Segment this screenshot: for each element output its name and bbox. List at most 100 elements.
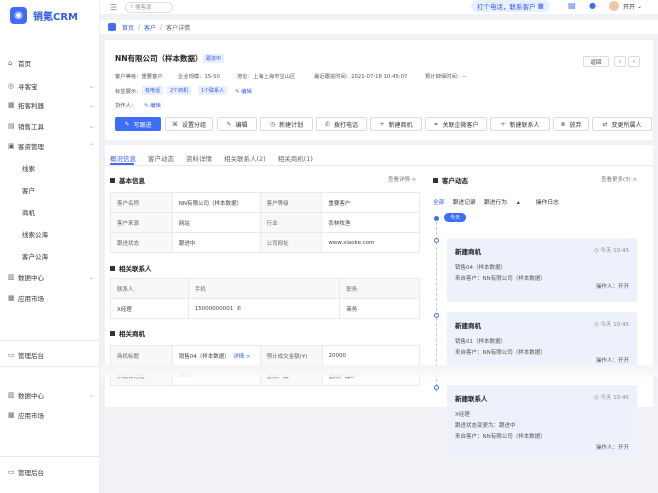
user-menu[interactable]: 开开 ⌄ bbox=[609, 0, 642, 12]
table-cell: 农林牧渔 bbox=[321, 212, 420, 233]
sidebar-item-data-center-2[interactable]: ▥ 数据中心 ⌄ bbox=[8, 390, 94, 400]
opportunity-detail-link[interactable]: 详情 > bbox=[233, 354, 250, 360]
sidebar-item-data-center[interactable]: ▥ 数据中心 ⌄ bbox=[8, 272, 94, 282]
table-cell: 预计成交金额(¥) bbox=[259, 345, 323, 366]
return-button[interactable]: 返回 bbox=[583, 56, 609, 67]
clock-icon: ◷ bbox=[593, 395, 599, 401]
sidebar-item-admin-2[interactable]: ▭ 管理后台 bbox=[8, 467, 94, 477]
edit-tags-link[interactable]: ✎ 编辑 bbox=[235, 87, 252, 95]
contacts-table: 联系人 手机 职务 X经理 15000000001 ✆ 商务 bbox=[110, 278, 420, 319]
sidebar-item-home[interactable]: ⌂ 首页 bbox=[8, 58, 94, 68]
clock-icon: ◷ bbox=[269, 120, 276, 128]
new-contact-button[interactable]: + 新建联系人 bbox=[490, 117, 550, 131]
sidebar-item-admin[interactable]: ▭ 管理后台 bbox=[8, 350, 94, 360]
divider bbox=[0, 340, 100, 341]
chevron-down-icon: ⌄ bbox=[88, 273, 94, 281]
filter-follow-records[interactable]: 跟进记录 bbox=[453, 197, 476, 206]
tab-opportunities[interactable]: 相关商机(1) bbox=[278, 153, 313, 163]
write-follow-up-button[interactable]: ✎ 写跟进 bbox=[115, 117, 161, 131]
tab-contacts[interactable]: 相关联系人(2) bbox=[224, 153, 266, 163]
new-opportunity-button[interactable]: + 新建商机 bbox=[370, 117, 422, 131]
breadcrumb-home[interactable]: 首页 bbox=[122, 23, 134, 32]
prev-button[interactable]: ‹ bbox=[614, 56, 626, 67]
view-more-link[interactable]: 查看更多(3) > bbox=[601, 175, 637, 183]
search-input[interactable]: ⌕ 搜客源 bbox=[125, 1, 174, 13]
last-follow-time: 最近跟进时间：2021-07-18 10:45:07 bbox=[314, 74, 408, 80]
sidebar-sub-customer-pool[interactable]: 客户公海 bbox=[22, 251, 48, 261]
contacts-title: 相关联系人 bbox=[110, 263, 152, 273]
filter-all[interactable]: 全部 bbox=[433, 197, 445, 206]
call-button-label: 打个电话，联系客户 bbox=[477, 3, 536, 11]
status-badge: 跟进中 bbox=[203, 54, 225, 63]
call-customer-button[interactable]: 打个电话，联系客户 ▦ bbox=[471, 0, 550, 12]
new-plan-button[interactable]: ◷ 新建计划 bbox=[260, 117, 313, 131]
call-button[interactable]: ✆ 拨打电话 bbox=[316, 117, 367, 131]
sidebar-item-label: 首页 bbox=[18, 60, 31, 68]
customer-scale: 企业规模：15-50 bbox=[178, 74, 220, 80]
edit-button[interactable]: ✎ 编辑 bbox=[217, 117, 257, 131]
divider bbox=[0, 366, 100, 367]
abandon-button[interactable]: ⊗ 放弃 bbox=[553, 117, 589, 131]
table-row: 客户名称 NN有限公司（样本数据） 客户等级 重要客户 bbox=[110, 192, 420, 213]
filter-follow-behavior[interactable]: 跟进行为 ▴ bbox=[484, 197, 528, 206]
today-badge: 今天 bbox=[444, 213, 467, 222]
sidebar-item-tools[interactable]: ▦ 拓客利器 ⌄ bbox=[8, 100, 94, 110]
website-link[interactable]: www.xiaoke.com bbox=[321, 232, 420, 253]
clock-icon: ◷ bbox=[593, 248, 599, 254]
sidebar-item-app-market[interactable]: ▦ 应用市场 bbox=[8, 293, 94, 303]
contact-name-link[interactable]: X经理 bbox=[110, 298, 189, 319]
sidebar-item-app-market-2[interactable]: ▦ 应用市场 bbox=[8, 410, 94, 420]
sidebar-item-label: 数据中心 bbox=[18, 274, 44, 282]
next-button[interactable]: › bbox=[628, 56, 640, 67]
card-line: 来自客户：NN有限公司（样本数据） bbox=[455, 276, 546, 282]
sidebar-sub-leads[interactable]: 线索 bbox=[22, 163, 35, 173]
change-owner-button[interactable]: ⇄ 变更所属人 bbox=[592, 117, 652, 131]
phone-icon: ✆ bbox=[236, 305, 242, 312]
card-link[interactable]: 销售01（样本数据） bbox=[455, 337, 506, 345]
data-icon: ▥ bbox=[8, 391, 15, 399]
table-cell: 客户等级 bbox=[259, 192, 323, 213]
link-wecom-button[interactable]: ⚭ 关联企微客户 bbox=[425, 117, 487, 131]
back-icon[interactable] bbox=[108, 23, 116, 31]
scroll-seam bbox=[100, 365, 658, 377]
sidebar: ◉ 销氪CRM ⌂ 首页 ◎ 寻客宝 ⌄ ▦ 拓客利器 ⌄ ▤ 销售工具 ⌄ ▣ 客资管理 ⌃ 线… bbox=[0, 0, 100, 493]
section-label: 相关联系人 bbox=[119, 265, 152, 273]
table-cell: 客户名称 bbox=[110, 192, 173, 213]
set-group-button[interactable]: ⌘ 设置分组 bbox=[165, 117, 213, 131]
tab-overview[interactable]: 概况信息 bbox=[110, 153, 136, 163]
sidebar-sub-customers[interactable]: 客户 bbox=[22, 185, 35, 195]
contact-phone[interactable]: 15000000001 ✆ bbox=[187, 298, 341, 319]
filter-operation-log[interactable]: 操作日志 bbox=[536, 197, 559, 206]
caret-up-icon: ▴ bbox=[516, 200, 520, 206]
button-label: 变更所属人 bbox=[611, 121, 642, 129]
grid-icon: ▦ bbox=[8, 101, 15, 109]
bell-icon[interactable]: ● bbox=[589, 1, 596, 10]
pen-icon: ✎ bbox=[124, 120, 130, 128]
logo[interactable]: ◉ 销氪CRM bbox=[0, 0, 99, 30]
sidebar-item-sales-tools[interactable]: ▤ 销售工具 ⌄ bbox=[8, 121, 94, 131]
plus-icon: + bbox=[500, 120, 506, 128]
document-icon[interactable]: ▤ bbox=[568, 1, 576, 10]
chevron-up-icon: ⌃ bbox=[88, 142, 94, 150]
edit-collaborator-link[interactable]: ✎ 编辑 bbox=[144, 101, 161, 109]
app-name: 销氪CRM bbox=[33, 11, 78, 23]
card-operator: 操作人：开开 bbox=[595, 445, 629, 451]
card-title: 新建商机 bbox=[455, 248, 481, 256]
tab-details[interactable]: 资料详情 bbox=[186, 153, 212, 163]
menu-toggle-icon[interactable]: ☰ bbox=[110, 3, 117, 12]
button-label: 拨打电话 bbox=[334, 121, 359, 129]
chevron-down-icon: ⌄ bbox=[88, 391, 94, 399]
tab-dynamics[interactable]: 客户动态 bbox=[148, 153, 174, 163]
sidebar-item-xunkebao[interactable]: ◎ 寻客宝 ⌄ bbox=[8, 81, 94, 91]
search-placeholder: 搜客源 bbox=[135, 5, 152, 11]
view-details-link[interactable]: 查看详情 > bbox=[388, 175, 416, 183]
sidebar-sub-opportunities[interactable]: 商机 bbox=[22, 207, 35, 217]
card-title: 新建联系人 bbox=[455, 395, 488, 403]
sidebar-item-customer-mgmt[interactable]: ▣ 客资管理 ⌃ bbox=[8, 141, 94, 151]
table-row: 跟进状态 跟进中 公司网址 www.xiaoke.com bbox=[110, 232, 420, 253]
breadcrumb-customer[interactable]: 客户 bbox=[144, 23, 156, 32]
collaborator-label: 协作人： bbox=[115, 103, 137, 109]
sidebar-sub-lead-pool[interactable]: 线索公海 bbox=[22, 229, 48, 239]
card-link[interactable]: 销售04（样本数据） bbox=[455, 263, 506, 271]
card-link[interactable]: X经理 bbox=[455, 410, 470, 418]
